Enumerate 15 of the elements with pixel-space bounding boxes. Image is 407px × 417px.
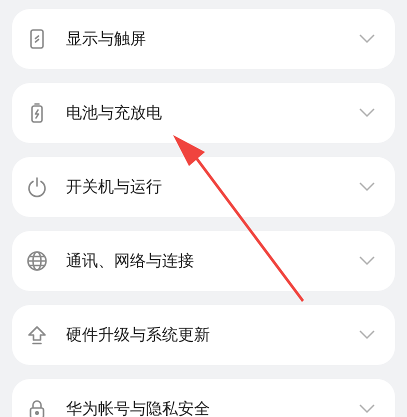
settings-label: 开关机与运行 bbox=[66, 176, 163, 198]
settings-item[interactable]: 显示与触屏 bbox=[12, 9, 395, 69]
settings-item[interactable]: 硬件升级与系统更新 bbox=[12, 305, 395, 365]
upload-arrow-icon bbox=[26, 324, 48, 346]
settings-item[interactable]: 通讯、网络与连接 bbox=[12, 231, 395, 291]
settings-item[interactable]: 开关机与运行 bbox=[12, 157, 395, 217]
settings-item[interactable]: 电池与充放电 bbox=[12, 83, 395, 143]
globe-icon bbox=[26, 250, 48, 272]
settings-label: 华为帐号与隐私安全 bbox=[66, 398, 211, 417]
settings-label: 通讯、网络与连接 bbox=[66, 250, 195, 272]
settings-label: 显示与触屏 bbox=[66, 28, 147, 50]
settings-item[interactable]: 华为帐号与隐私安全 bbox=[12, 379, 395, 417]
settings-label: 硬件升级与系统更新 bbox=[66, 324, 211, 346]
settings-label: 电池与充放电 bbox=[66, 102, 163, 124]
power-icon bbox=[26, 176, 48, 198]
